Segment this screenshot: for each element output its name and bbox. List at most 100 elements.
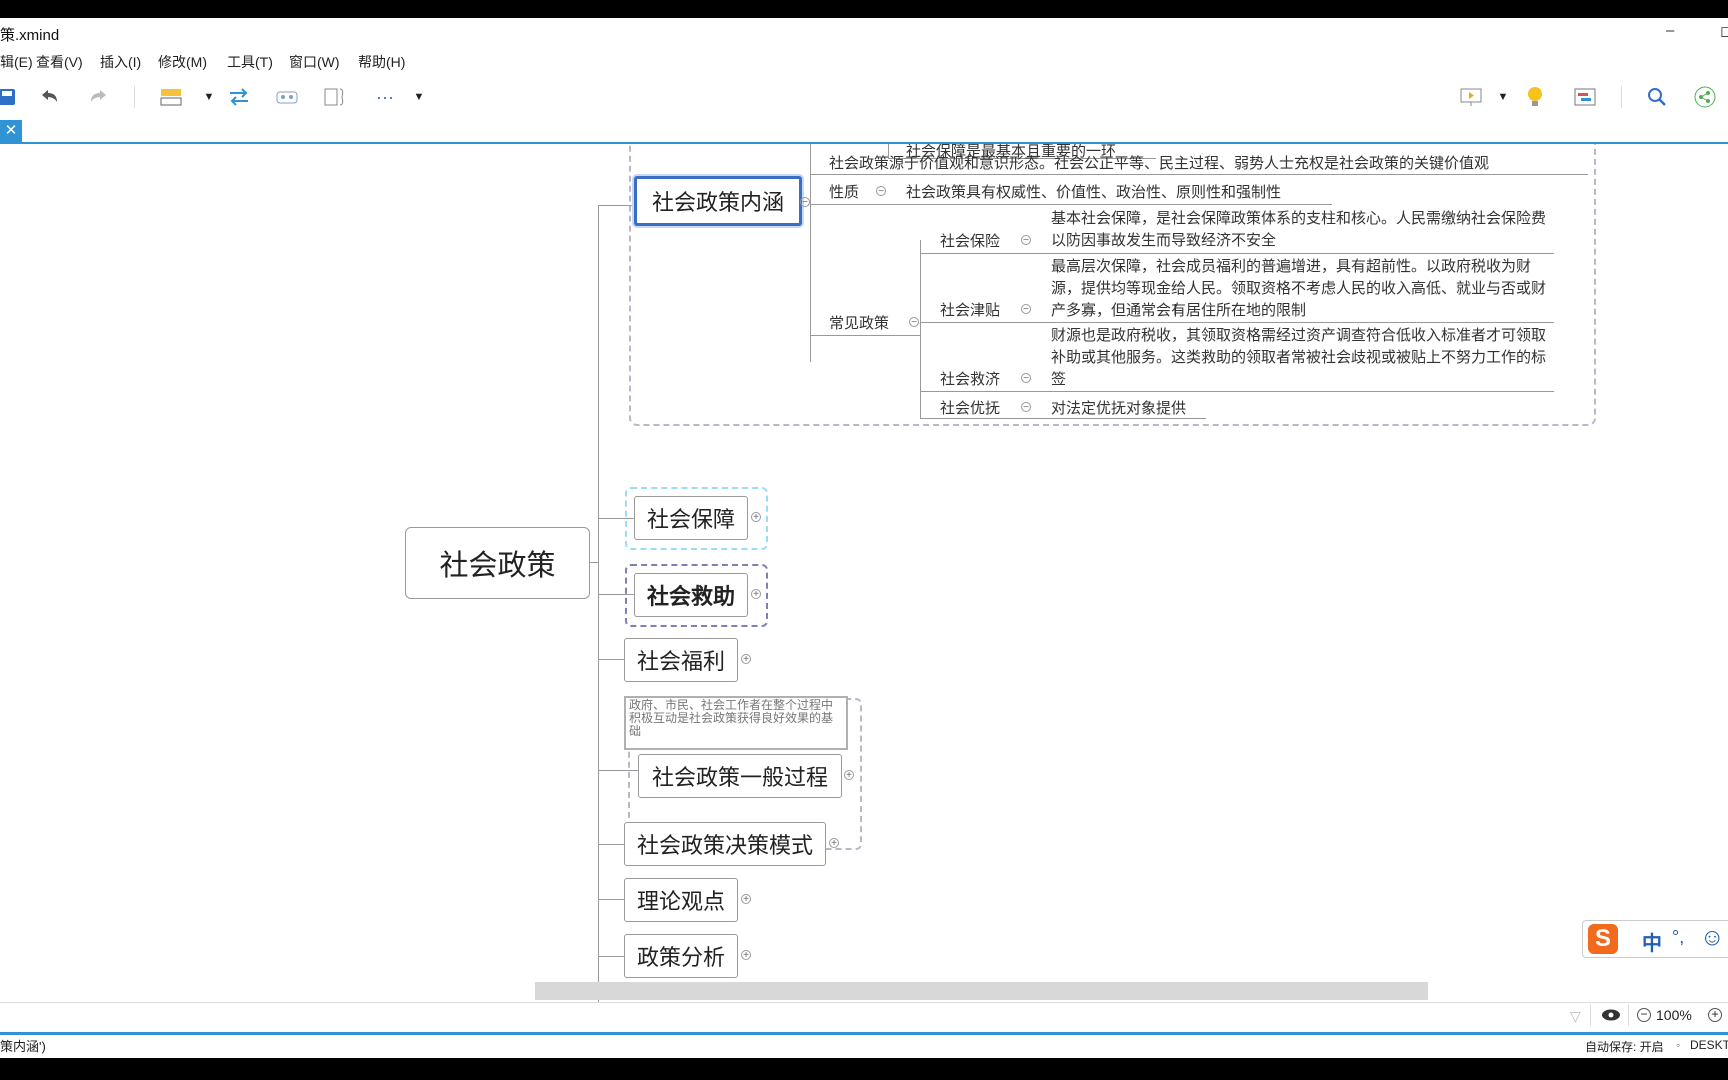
- filter-icon[interactable]: ▽: [1570, 1008, 1581, 1025]
- expand-icon[interactable]: +: [741, 654, 751, 665]
- menu-tools[interactable]: 工具(T): [227, 52, 273, 72]
- redo-icon[interactable]: [86, 84, 112, 110]
- title-bar: [0, 18, 1728, 50]
- underline-relief: [920, 391, 1554, 392]
- menu-help[interactable]: 帮助(H): [358, 52, 405, 72]
- social-relief-label[interactable]: 社会救济: [940, 368, 1000, 389]
- connector-trunk: [598, 205, 599, 1002]
- menu-view[interactable]: 查看(V): [36, 52, 83, 72]
- social-allowance-text[interactable]: 最高层次保障，社会成员福利的普遍增进，具有超前性。以政府税收为财源，提供均等现金…: [1051, 256, 1551, 322]
- expand-icon[interactable]: +: [751, 589, 761, 600]
- sogou-logo-icon[interactable]: S: [1588, 924, 1618, 954]
- connector-branch6: [598, 844, 624, 845]
- zoom-out-button[interactable]: −: [1637, 1008, 1651, 1022]
- status-separator: [1590, 1004, 1591, 1026]
- ime-mode-indicator[interactable]: 中: [1642, 927, 1662, 956]
- topic-style-icon[interactable]: [158, 84, 184, 110]
- topic-social-policy-connotation[interactable]: 社会政策内涵: [634, 176, 802, 226]
- collapse-icon[interactable]: −: [909, 317, 919, 328]
- info-bar: [0, 1032, 1728, 1061]
- zoom-in-button[interactable]: +: [1708, 1008, 1722, 1022]
- gantt-icon[interactable]: [1572, 84, 1598, 110]
- restore-button[interactable]: ◻: [1720, 22, 1728, 40]
- connector-branch1-children: [810, 144, 811, 362]
- collapse-icon[interactable]: −: [800, 197, 810, 208]
- save-icon[interactable]: [0, 84, 20, 110]
- mindmap-canvas[interactable]: 社会政策 社会政策内涵 − 社会保障是最基本且重要的一环 社会政策源于价值观和意…: [0, 144, 1728, 1002]
- social-special-care-label[interactable]: 社会优抚: [940, 397, 1000, 418]
- more-dropdown-icon[interactable]: ▼: [406, 84, 432, 110]
- tab-close-button[interactable]: ✕: [0, 120, 22, 142]
- value-row-text[interactable]: 社会政策源于价值观和意识形态。社会公正平等、民主过程、弱势人士充权是社会政策的关…: [829, 152, 1489, 173]
- social-insurance-label[interactable]: 社会保险: [940, 230, 1000, 251]
- expand-icon[interactable]: +: [741, 950, 751, 961]
- topic-social-assistance[interactable]: 社会救助: [634, 573, 748, 617]
- nature-text[interactable]: 社会政策具有权威性、价值性、政治性、原则性和强制性: [906, 181, 1281, 202]
- topic-social-welfare[interactable]: 社会福利: [624, 638, 738, 682]
- expand-icon[interactable]: +: [829, 838, 839, 849]
- underline-nature: [810, 204, 1332, 205]
- topic-general-process[interactable]: 社会政策一般过程: [638, 754, 842, 798]
- topic-decision-model[interactable]: 社会政策决策模式: [624, 822, 826, 866]
- topic-policy-analysis[interactable]: 政策分析: [624, 934, 738, 978]
- share-icon[interactable]: [1692, 84, 1718, 110]
- expand-icon[interactable]: +: [844, 770, 854, 781]
- zoom-level: 100%: [1656, 1007, 1692, 1023]
- underline-value: [810, 174, 1588, 175]
- toolbar-separator: [134, 86, 135, 108]
- ime-emoji-icon[interactable]: ☺: [1700, 924, 1725, 952]
- autosave-status[interactable]: 自动保存: 开启: [1585, 1038, 1664, 1055]
- window-title: 策.xmind: [0, 27, 60, 44]
- eye-icon[interactable]: [1601, 1008, 1621, 1027]
- machine-name: DESKT: [1690, 1038, 1728, 1052]
- social-allowance-label[interactable]: 社会津贴: [940, 299, 1000, 320]
- status-bar: [0, 1002, 1728, 1033]
- menu-modify[interactable]: 修改(M): [158, 52, 207, 72]
- lightbulb-icon[interactable]: [1522, 84, 1548, 110]
- expand-icon[interactable]: +: [741, 894, 751, 905]
- taskbar: [0, 1058, 1728, 1080]
- dot-icon: ◦: [1676, 1038, 1681, 1052]
- connector-central: [590, 562, 598, 563]
- nature-label[interactable]: 性质: [829, 181, 859, 202]
- menu-edit[interactable]: 辑(E): [0, 52, 33, 72]
- search-icon[interactable]: [1644, 84, 1670, 110]
- common-policy-label[interactable]: 常见政策: [829, 312, 889, 333]
- more-icon[interactable]: ···: [372, 84, 398, 110]
- toolbar-separator: [1621, 86, 1622, 108]
- presentation-icon[interactable]: [1458, 84, 1484, 110]
- relationship-icon[interactable]: [226, 84, 252, 110]
- connector-branch4: [598, 659, 624, 660]
- expand-icon[interactable]: +: [751, 512, 761, 523]
- minimize-button[interactable]: –: [1666, 22, 1674, 39]
- social-special-care-text[interactable]: 对法定优抚对象提供: [1051, 397, 1186, 418]
- connector-branch8: [598, 956, 624, 957]
- summary-icon[interactable]: [322, 84, 348, 110]
- social-relief-text[interactable]: 财源也是政府税收，其领取资格需经过资产调查符合低收入标准者才可领取补助或其他服务…: [1051, 325, 1551, 391]
- collapse-icon[interactable]: −: [876, 186, 886, 197]
- tab-strip: [0, 120, 1728, 144]
- social-insurance-text[interactable]: 基本社会保障，是社会保障政策体系的支柱和核心。人民需缴纳社会保险费以防因事故发生…: [1051, 208, 1551, 252]
- underline-insurance: [920, 253, 1554, 254]
- note-box[interactable]: 政府、市民、社会工作者在整个过程中积极互动是社会政策获得良好效果的基础: [624, 696, 848, 750]
- selection-info: 策内涵'): [0, 1039, 46, 1054]
- connector-branch1: [598, 205, 634, 206]
- connector-branch7: [598, 899, 624, 900]
- collapse-icon[interactable]: −: [1021, 402, 1031, 413]
- collapse-icon[interactable]: −: [1021, 373, 1031, 384]
- menu-window[interactable]: 窗口(W): [289, 52, 340, 72]
- dropdown-icon[interactable]: ▼: [196, 84, 222, 110]
- menu-insert[interactable]: 插入(I): [100, 52, 141, 72]
- collapse-icon[interactable]: −: [1021, 235, 1031, 246]
- topic-theoretical-views[interactable]: 理论观点: [624, 878, 738, 922]
- horizontal-scrollbar[interactable]: [535, 982, 1428, 1000]
- topic-social-security[interactable]: 社会保障: [634, 496, 748, 540]
- central-topic[interactable]: 社会政策: [405, 527, 590, 599]
- text-cursor-icon: I: [1173, 302, 1178, 319]
- boundary-icon[interactable]: [274, 84, 300, 110]
- undo-icon[interactable]: [36, 84, 62, 110]
- underline-allowance: [920, 322, 1554, 323]
- presentation-dropdown-icon[interactable]: ▼: [1490, 84, 1516, 110]
- ime-punct-indicator[interactable]: °,: [1672, 927, 1684, 948]
- collapse-icon[interactable]: −: [1021, 304, 1031, 315]
